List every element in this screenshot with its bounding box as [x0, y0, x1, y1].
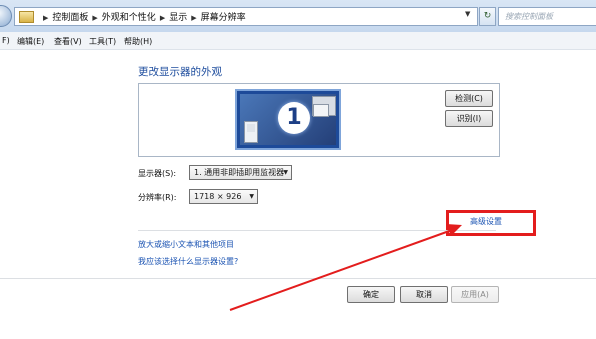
- arrow-head: [446, 224, 462, 236]
- arrow-shaft: [229, 229, 453, 311]
- annotation-arrow-icon: [229, 224, 462, 311]
